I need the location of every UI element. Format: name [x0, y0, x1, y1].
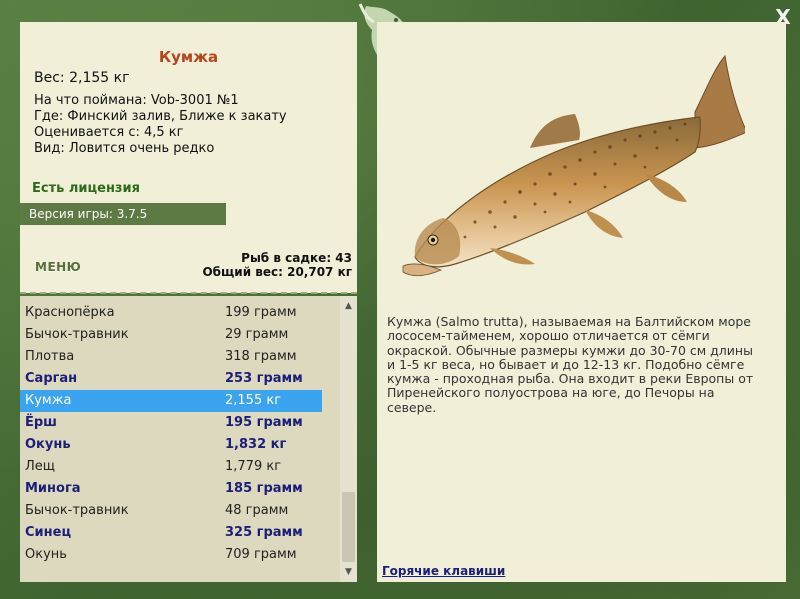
- fish-name: Окунь: [25, 437, 71, 452]
- hotkeys-link[interactable]: Горячие клавиши: [382, 564, 505, 578]
- fish-weight-cell: 29 грамм: [225, 327, 289, 342]
- location-text: Где: Финский залив, Ближе к закату: [34, 109, 287, 124]
- fish-name: Минога: [25, 481, 81, 496]
- fish-description-panel: Кумжа (Salmo trutta), называемая на Балт…: [377, 22, 786, 582]
- fish-weight-cell: 1,832 кг: [225, 437, 287, 452]
- fish-name: Кумжа: [25, 393, 72, 408]
- valued-from-text: Оценивается с: 4,5 кг: [34, 125, 184, 140]
- chevron-up-icon[interactable]: ▲: [340, 298, 357, 314]
- version-bar: Версия игры: 3.7.5: [20, 203, 226, 225]
- fish-weight-cell: 2,155 кг: [225, 393, 282, 408]
- list-item[interactable]: Минога 185 грамм: [20, 478, 340, 500]
- list-item[interactable]: Краснопёрка 199 грамм: [20, 302, 340, 324]
- scrollbar-thumb[interactable]: [342, 492, 355, 562]
- fish-name: Бычок-травник: [25, 503, 129, 518]
- fish-name: Плотва: [25, 349, 75, 364]
- list-item[interactable]: Лещ 1,779 кг: [20, 456, 340, 478]
- scrollbar[interactable]: ▲ ▼: [340, 296, 357, 582]
- fish-weight-cell: 1,779 кг: [225, 459, 282, 474]
- list-item[interactable]: Синец 325 грамм: [20, 522, 340, 544]
- fish-weight: Вес: 2,155 кг: [34, 70, 130, 86]
- caught-on-text: На что поймана: Vob-3001 №1: [34, 93, 239, 108]
- list-item[interactable]: Ёрш 195 грамм: [20, 412, 340, 434]
- fish-weight-cell: 253 грамм: [225, 371, 303, 386]
- fish-count: Рыб в садке: 43: [241, 251, 352, 265]
- fish-weight-cell: 318 грамм: [225, 349, 297, 364]
- fish-name: Окунь: [25, 547, 67, 562]
- divider: [20, 292, 357, 294]
- list-item[interactable]: Окунь 709 грамм: [20, 544, 340, 566]
- list-item[interactable]: Сарган 253 грамм: [20, 368, 340, 390]
- list-item[interactable]: Окунь 1,832 кг: [20, 434, 340, 456]
- list-item[interactable]: Бычок-травник 29 грамм: [20, 324, 340, 346]
- menu-button[interactable]: МЕНЮ: [35, 260, 81, 274]
- list-item[interactable]: Плотва 318 грамм: [20, 346, 340, 368]
- fish-weight-cell: 185 грамм: [225, 481, 303, 496]
- list-item[interactable]: Бычок-травник 48 грамм: [20, 500, 340, 522]
- kind-text: Вид: Ловится очень редко: [34, 141, 215, 156]
- total-weight: Общий вес: 20,707 кг: [202, 265, 352, 279]
- license-status: Есть лицензия: [32, 181, 140, 196]
- fish-description: Кумжа (Salmo trutta), называемая на Балт…: [387, 314, 754, 415]
- fish-name: Лещ: [25, 459, 56, 474]
- list-item[interactable]: Кумжа 2,155 кг: [20, 390, 322, 412]
- catch-stats: Рыб в садке: 43 Общий вес: 20,707 кг: [202, 251, 352, 279]
- catch-list-panel: Краснопёрка 199 грамм Бычок-травник 29 грам…: [20, 296, 357, 582]
- fish-weight-cell: 199 грамм: [225, 305, 297, 320]
- fish-title: Кумжа: [158, 48, 219, 66]
- fish-weight-cell: 48 грамм: [225, 503, 289, 518]
- fish-weight-cell: 195 грамм: [225, 415, 303, 430]
- fish-details: На что поймана: Vob-3001 №1 Где: Финский…: [34, 93, 287, 157]
- fish-name: Краснопёрка: [25, 305, 115, 320]
- chevron-down-icon[interactable]: ▼: [340, 564, 357, 580]
- fish-weight-cell: 709 грамм: [225, 547, 297, 562]
- fish-name: Бычок-травник: [25, 327, 129, 342]
- trout-image: [402, 54, 745, 276]
- fish-weight-cell: 325 грамм: [225, 525, 303, 540]
- catch-list: Краснопёрка 199 грамм Бычок-травник 29 грам…: [20, 302, 340, 566]
- fish-name: Синец: [25, 525, 72, 540]
- fish-name: Сарган: [25, 371, 78, 386]
- fish-info-panel: Кумжа Вес: 2,155 кг На что поймана: Vob-…: [20, 22, 357, 294]
- fish-name: Ёрш: [25, 415, 57, 430]
